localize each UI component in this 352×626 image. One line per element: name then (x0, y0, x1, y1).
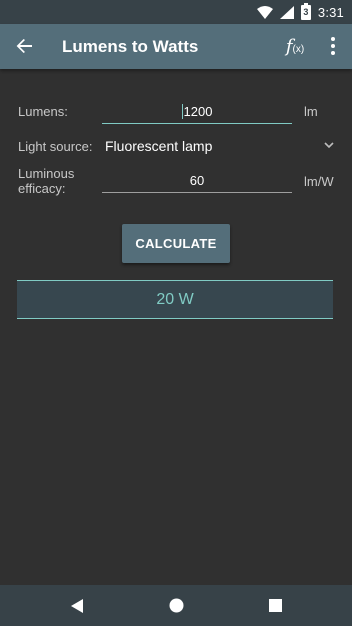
function-icon: f (285, 35, 293, 57)
nav-back-icon (71, 598, 83, 613)
back-button[interactable] (8, 30, 40, 62)
light-source-label: Light source: (18, 139, 93, 154)
efficacy-label-line2: efficacy: (18, 181, 66, 196)
wifi-icon (256, 5, 273, 19)
nav-recents-button[interactable] (255, 585, 295, 626)
function-icon-arg: (x) (292, 43, 305, 55)
nav-back-button[interactable] (57, 585, 97, 626)
lumens-value: 1200 (183, 103, 213, 119)
nav-recents-icon (268, 599, 282, 612)
screen: 3 3:31 Lumens to Watts f (x) Lumens: 1200… (0, 0, 352, 626)
text-cursor (181, 103, 183, 119)
status-bar: 3 3:31 (0, 0, 352, 24)
efficacy-label-line1: Luminous (18, 166, 75, 181)
efficacy-label: Luminous efficacy: (18, 166, 74, 196)
more-vert-icon (331, 37, 335, 41)
formula-button[interactable]: f (x) (281, 32, 309, 60)
efficacy-unit: lm/W (304, 174, 334, 189)
result-display: 20 W (17, 280, 333, 319)
result-value: 20 W (156, 290, 194, 308)
system-nav-bar (0, 585, 352, 626)
status-icons: 3 3:31 (256, 0, 344, 24)
app-bar: Lumens to Watts f (x) (0, 24, 352, 69)
nav-home-button[interactable] (156, 585, 196, 626)
nav-home-icon (169, 598, 183, 613)
more-options-button[interactable] (322, 32, 344, 60)
arrow-back-icon (16, 39, 32, 53)
battery-icon: 3 (300, 2, 311, 20)
page-title: Lumens to Watts (62, 37, 199, 56)
efficacy-value: 60 (189, 172, 205, 188)
clock: 3:31 (317, 4, 344, 20)
calculate-button[interactable]: CALCULATE (122, 224, 230, 263)
light-source-select[interactable]: Fluorescent lamp (105, 138, 212, 154)
lumens-label: Lumens: (18, 104, 68, 119)
lumens-unit: lm (304, 104, 318, 119)
battery-level: 3 (303, 6, 309, 17)
efficacy-input[interactable]: 60 (102, 168, 292, 193)
signal-icon (279, 5, 294, 19)
lumens-input[interactable]: 1200 (102, 99, 292, 124)
chevron-down-icon[interactable] (323, 141, 335, 151)
